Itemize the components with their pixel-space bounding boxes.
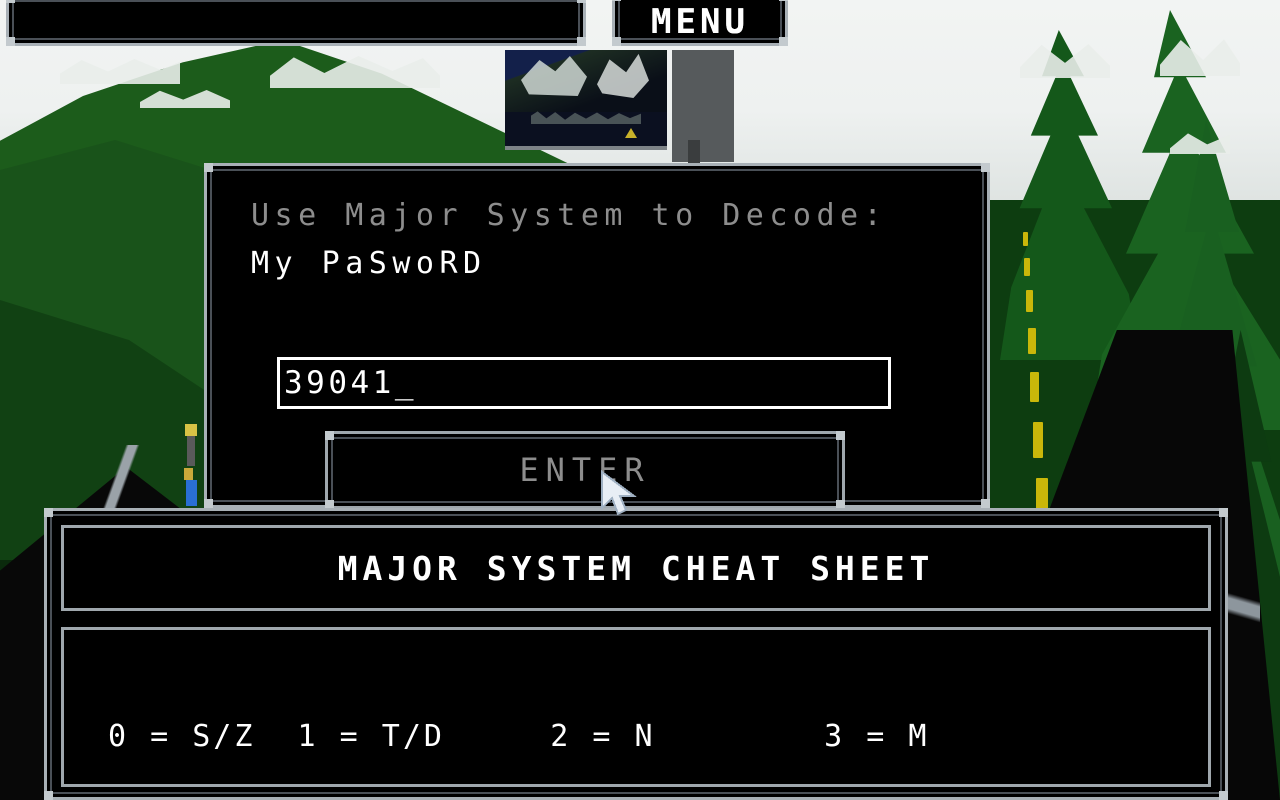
warning-triangle-icon — [625, 128, 637, 138]
decode-prompt-label: Use Major System to Decode: — [251, 198, 888, 233]
road-center-dash — [1023, 232, 1028, 246]
road-center-dash — [1030, 372, 1039, 402]
enter-button-label: ENTER — [519, 451, 651, 489]
game-screen: MENU Use Major System to Decode: My PaSw… — [0, 0, 1280, 800]
character-head — [185, 424, 197, 436]
road-center-dash — [1033, 422, 1043, 458]
road-center-dash — [1026, 290, 1033, 312]
enter-button[interactable]: ENTER — [325, 431, 845, 509]
billboard-text — [531, 111, 641, 124]
cheat-sheet-mappings: 0 = S/Z 1 = T/D 2 = N 3 = M 4 = R 5 = L … — [108, 642, 1198, 800]
menu-button[interactable]: MENU — [612, 0, 788, 46]
answer-input[interactable]: 39041_ — [277, 357, 891, 409]
decode-dialog: Use Major System to Decode: My PaSwoRD 3… — [204, 163, 990, 509]
answer-input-value: 39041_ — [284, 365, 417, 401]
menu-button-label: MENU — [651, 2, 749, 42]
road-center-dash — [1024, 258, 1030, 276]
cheat-sheet-body-box: 0 = S/Z 1 = T/D 2 = N 3 = M 4 = R 5 = L … — [61, 627, 1211, 787]
character-legs — [186, 480, 197, 506]
cheat-sheet-title: MAJOR SYSTEM CHEAT SHEET — [337, 548, 935, 588]
decode-prompt-word: My PaSwoRD — [251, 246, 487, 281]
road-center-dash — [1028, 328, 1036, 354]
cheat-sheet-row: 0 = S/Z 1 = T/D 2 = N 3 = M — [108, 719, 930, 754]
cheat-sheet-panel: MAJOR SYSTEM CHEAT SHEET 0 = S/Z 1 = T/D… — [44, 508, 1228, 800]
status-panel — [6, 0, 586, 46]
character-body — [187, 436, 195, 466]
road-sign-post — [672, 50, 734, 162]
roadside-billboard — [505, 50, 667, 150]
player-character — [183, 424, 201, 506]
character-pack — [184, 468, 193, 480]
cheat-sheet-title-box: MAJOR SYSTEM CHEAT SHEET — [61, 525, 1211, 611]
